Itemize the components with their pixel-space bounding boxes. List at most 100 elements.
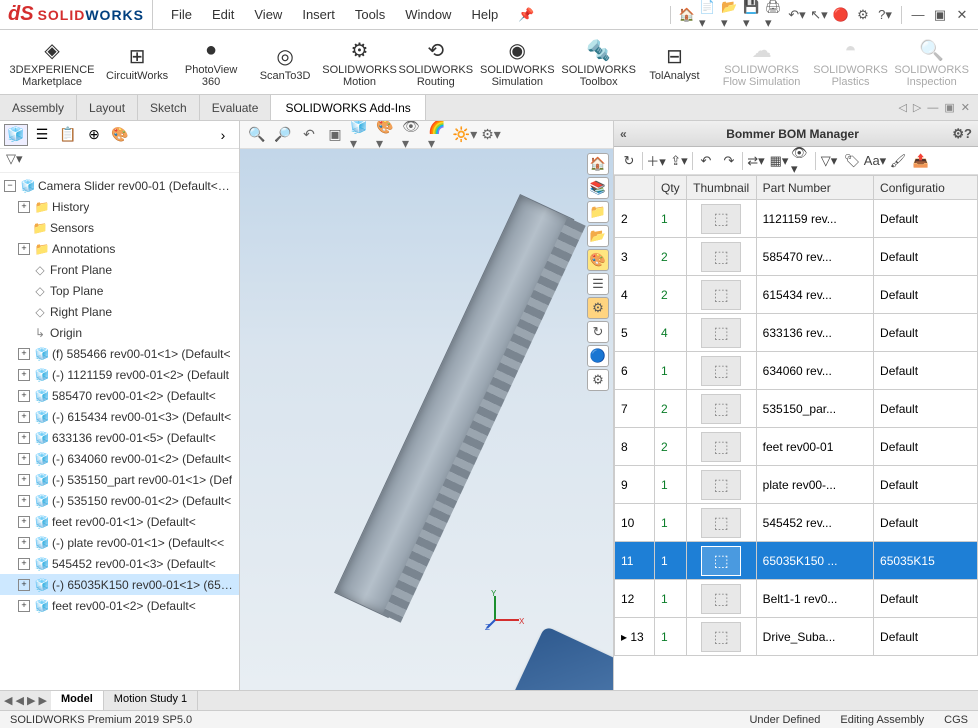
hide-show-icon[interactable]: 👁▾ (402, 124, 424, 146)
orientation-triad[interactable]: Y X Z (485, 590, 525, 630)
tree-part[interactable]: +🧊545452 rev00-01<3> (Default< (0, 553, 239, 574)
tree-part[interactable]: +🧊(-) plate rev00-01<1> (Default<< (0, 532, 239, 553)
settings-icon[interactable]: ⚙ (952, 126, 964, 142)
sync-icon[interactable]: ⇄▾ (745, 150, 767, 172)
tree-folder[interactable]: ◇Right Plane (0, 301, 239, 322)
help-icon[interactable]: ?▾ (875, 5, 895, 25)
exportcsv-icon[interactable]: 📤 (910, 150, 932, 172)
graphics-viewport[interactable]: 🔍 🔎 ↶ ▣ 🧊▾ 🎨▾ 👁▾ 🌈▾ 🔆▾ ⚙▾ 🏠 📚 📁 📂 🎨 ☰ ⚙ … (240, 121, 613, 690)
fm-config-icon[interactable]: ☰ (30, 124, 54, 146)
ribbon-motion[interactable]: ⚙SOLIDWORKS Motion (324, 34, 395, 90)
zoom-fit-icon[interactable]: 🔍 (246, 124, 268, 146)
fm-property-icon[interactable]: 📋 (56, 124, 80, 146)
expand-icon[interactable]: + (18, 537, 30, 549)
table-row[interactable]: 121⬚Belt1-1 rev0...Default (615, 580, 978, 618)
tree-folder[interactable]: +📁History (0, 196, 239, 217)
font-icon[interactable]: Aa▾ (864, 150, 886, 172)
tree-part[interactable]: +🧊(-) 615434 rev00-01<3> (Default< (0, 406, 239, 427)
fm-tree[interactable]: − 🧊 Camera Slider rev00-01 (Default<Disp… (0, 173, 239, 690)
table-row[interactable]: 111⬚65035K150 ...65035K15 (615, 542, 978, 580)
tab-evaluate[interactable]: Evaluate (200, 95, 272, 120)
edit-appearance-icon[interactable]: 🌈▾ (428, 124, 450, 146)
expand-icon[interactable]: + (18, 579, 30, 591)
export-icon[interactable]: ⇪▾ (668, 150, 690, 172)
ribbon-simulation[interactable]: ◉SOLIDWORKS Simulation (477, 34, 558, 90)
fm-tree-icon[interactable]: 🧊 (4, 124, 28, 146)
fm-expand-icon[interactable]: › (211, 124, 235, 146)
prev-icon[interactable]: ◁ (898, 101, 906, 114)
view-settings-icon[interactable]: ⚙▾ (480, 124, 502, 146)
expand-icon[interactable]: + (18, 474, 30, 486)
bom-table[interactable]: Qty Thumbnail Part Number Configuratio 2… (614, 175, 978, 690)
options-icon[interactable]: ⚙ (853, 5, 873, 25)
table-row[interactable]: 21⬚1121159 rev...Default (615, 200, 978, 238)
expand-icon[interactable]: + (18, 453, 30, 465)
filter-icon[interactable]: ▽▾ (818, 150, 840, 172)
table-row[interactable]: ▸ 131⬚Drive_Suba...Default (615, 618, 978, 656)
view-orient-icon[interactable]: 🧊▾ (350, 124, 372, 146)
tree-folder[interactable]: ◇Top Plane (0, 280, 239, 301)
fm-filter[interactable]: ▽▾ (0, 149, 239, 173)
expand-icon[interactable]: + (18, 390, 30, 402)
next-icon[interactable]: ▷ (913, 101, 921, 114)
ribbon-toolbox[interactable]: 🔩SOLIDWORKS Toolbox (562, 34, 636, 90)
expand-icon[interactable]: + (18, 516, 30, 528)
tree-root[interactable]: − 🧊 Camera Slider rev00-01 (Default<Disp (0, 175, 239, 196)
expand-icon[interactable]: + (18, 201, 30, 213)
ribbon-marketplace[interactable]: ◈3DEXPERIENCE Marketplace (6, 34, 98, 90)
redo-icon[interactable]: ↷ (718, 150, 740, 172)
table-row[interactable]: 54⬚633136 rev...Default (615, 314, 978, 352)
tab-layout[interactable]: Layout (77, 95, 138, 120)
col-index[interactable] (615, 176, 655, 200)
col-partnumber[interactable]: Part Number (756, 176, 873, 200)
refresh-icon[interactable]: ↻ (618, 150, 640, 172)
doc-close-icon[interactable]: ✕ (961, 101, 970, 114)
tab-model[interactable]: Model (51, 691, 104, 710)
tab-motion-study[interactable]: Motion Study 1 (104, 691, 198, 710)
tag-icon[interactable]: 🏷 (841, 150, 863, 172)
tree-part[interactable]: +🧊(-) 535150 rev00-01<2> (Default< (0, 490, 239, 511)
apply-scene-icon[interactable]: 🔆▾ (454, 124, 476, 146)
fm-display-icon[interactable]: ⊕ (82, 124, 106, 146)
pin-icon[interactable]: 📌 (510, 3, 542, 27)
expand-icon[interactable]: + (18, 600, 30, 612)
maximize-icon[interactable]: ▣ (930, 5, 950, 25)
add-icon[interactable]: ＋▾ (645, 150, 667, 172)
undo-icon[interactable]: ↶ (695, 150, 717, 172)
display-style-icon[interactable]: 🎨▾ (376, 124, 398, 146)
print-icon[interactable]: 🖨▾ (765, 5, 785, 25)
tree-part[interactable]: +🧊(-) 1121159 rev00-01<2> (Default (0, 364, 239, 385)
doc-min-icon[interactable]: — (927, 102, 938, 114)
tree-part[interactable]: +🧊633136 rev00-01<5> (Default< (0, 427, 239, 448)
tab-nav[interactable]: ◀ ◀ ▶ ▶ (0, 691, 51, 710)
open-icon[interactable]: 📂▾ (721, 5, 741, 25)
new-icon[interactable]: 📄▾ (699, 5, 719, 25)
tree-part[interactable]: +🧊(-) 65035K150 rev00-01<1> (65035 (0, 574, 239, 595)
menu-view[interactable]: View (246, 3, 290, 27)
expand-icon[interactable]: + (18, 432, 30, 444)
tab-assembly[interactable]: Assembly (0, 95, 77, 120)
columns-icon[interactable]: ▦▾ (768, 150, 790, 172)
table-row[interactable]: 82⬚feet rev00-01Default (615, 428, 978, 466)
table-row[interactable]: 61⬚634060 rev...Default (615, 352, 978, 390)
brush-icon[interactable]: 🖌 (887, 150, 909, 172)
menu-help[interactable]: Help (463, 3, 506, 27)
tree-part[interactable]: +🧊(-) 535150_part rev00-01<1> (Def (0, 469, 239, 490)
save-icon[interactable]: 💾▾ (743, 5, 763, 25)
menu-file[interactable]: File (163, 3, 200, 27)
tab-addins[interactable]: SOLIDWORKS Add-Ins (271, 95, 425, 120)
menu-edit[interactable]: Edit (204, 3, 242, 27)
tree-folder[interactable]: ↳Origin (0, 322, 239, 343)
previous-view-icon[interactable]: ↶ (298, 124, 320, 146)
table-row[interactable]: 32⬚585470 rev...Default (615, 238, 978, 276)
tree-part[interactable]: +🧊(f) 585466 rev00-01<1> (Default< (0, 343, 239, 364)
rebuild-icon[interactable]: 🔴 (831, 5, 851, 25)
tree-part[interactable]: +🧊(-) 634060 rev00-01<2> (Default< (0, 448, 239, 469)
expand-icon[interactable]: + (18, 243, 30, 255)
tree-part[interactable]: +🧊feet rev00-01<2> (Default< (0, 595, 239, 616)
ribbon-tolanalyst[interactable]: ⊟TolAnalyst (639, 40, 709, 84)
tree-part[interactable]: +🧊585470 rev00-01<2> (Default< (0, 385, 239, 406)
col-thumbnail[interactable]: Thumbnail (686, 176, 756, 200)
tree-folder[interactable]: 📁Sensors (0, 217, 239, 238)
col-qty[interactable]: Qty (655, 176, 687, 200)
